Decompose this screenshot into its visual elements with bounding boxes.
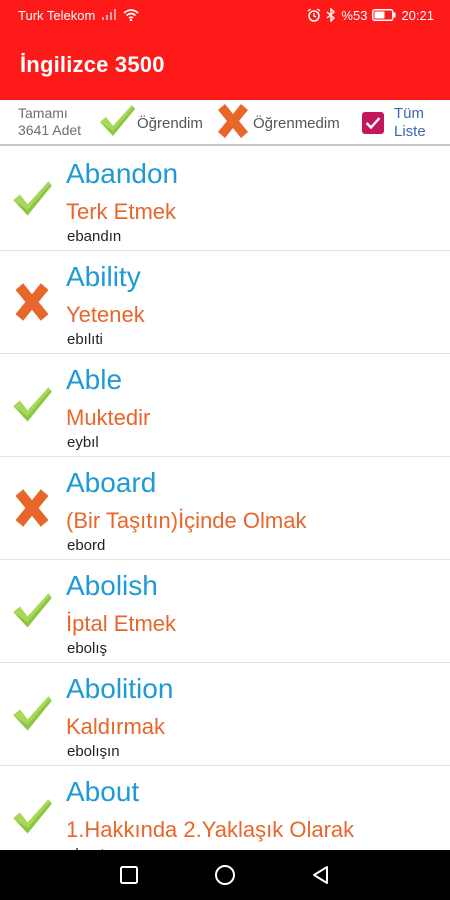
- total-value: 3641 Adet: [18, 122, 82, 138]
- turkish-meaning: (Bir Taşıtın)İçinde Olmak: [66, 508, 307, 533]
- status-bar: Turk Telekom %53 20:21: [0, 0, 450, 30]
- turkish-meaning: Muktedir: [66, 405, 151, 430]
- english-word: Aboard: [66, 467, 157, 498]
- check-icon: [97, 102, 137, 144]
- english-word: Ability: [66, 261, 141, 292]
- battery-icon: [372, 9, 396, 21]
- word-row[interactable]: Abandon Terk Etmek ebandın: [0, 148, 450, 251]
- filter-bar: Tamamı 3641 Adet Öğrendim Öğrenmedim Tüm…: [0, 100, 450, 146]
- app-bar: İngilizce 3500: [0, 30, 450, 100]
- word-row[interactable]: Able Muktedir eybıl: [0, 354, 450, 457]
- signal-icon: [101, 9, 117, 21]
- pronunciation: ebılıti: [67, 331, 103, 348]
- pronunciation: eybıl: [67, 434, 99, 451]
- turkish-meaning: İptal Etmek: [66, 611, 177, 636]
- word-row[interactable]: Abolition Kaldırmak ebolışın: [0, 663, 450, 766]
- cross-icon[interactable]: [10, 281, 54, 325]
- total-label: Tamamı: [18, 105, 68, 121]
- filter-learned-button[interactable]: Öğrendim: [97, 102, 203, 144]
- alarm-icon: [307, 8, 321, 22]
- pronunciation: ebandın: [67, 228, 122, 245]
- pronunciation: ebolış: [67, 640, 108, 657]
- check-icon[interactable]: [10, 693, 54, 737]
- all-list-checkbox[interactable]: [362, 112, 384, 134]
- filter-not-learned-label: Öğrenmedim: [253, 114, 340, 132]
- english-word: Abandon: [66, 158, 179, 189]
- clock: 20:21: [401, 7, 434, 23]
- check-icon[interactable]: [10, 384, 54, 428]
- app-screen: Turk Telekom %53 20:21 İngilizce 3500 Ta…: [0, 0, 450, 900]
- cross-icon: [213, 102, 253, 144]
- turkish-meaning: 1.Hakkında 2.Yaklaşık Olarak: [66, 817, 355, 842]
- check-icon[interactable]: [10, 178, 54, 222]
- wifi-icon: [123, 9, 139, 21]
- turkish-meaning: Terk Etmek: [66, 199, 177, 224]
- word-row[interactable]: Abolish İptal Etmek ebolış: [0, 560, 450, 663]
- word-list[interactable]: Abandon Terk Etmek ebandın Ability Yeten…: [0, 148, 450, 850]
- word-row[interactable]: Aboard (Bir Taşıtın)İçinde Olmak ebord: [0, 457, 450, 560]
- english-word: Abolition: [66, 673, 174, 704]
- turkish-meaning: Yetenek: [66, 302, 145, 327]
- english-word: Abolish: [66, 570, 158, 601]
- cross-icon[interactable]: [10, 487, 54, 531]
- english-word: Able: [66, 364, 123, 395]
- pronunciation: ebolışın: [67, 743, 120, 760]
- pronunciation: ebord: [67, 537, 106, 554]
- word-row[interactable]: Ability Yetenek ebılıti: [0, 251, 450, 354]
- word-row[interactable]: About 1.Hakkında 2.Yaklaşık Olarak ebaut: [0, 766, 450, 850]
- filter-all-list[interactable]: Tüm Liste: [362, 102, 426, 144]
- english-word: About: [66, 776, 140, 807]
- all-list-label: Tüm Liste: [394, 105, 426, 141]
- bluetooth-icon: [326, 8, 336, 22]
- back-icon[interactable]: [306, 860, 336, 890]
- all-list-line1: Tüm: [394, 105, 424, 122]
- navigation-bar: [0, 850, 450, 900]
- check-icon[interactable]: [10, 796, 54, 840]
- check-icon[interactable]: [10, 590, 54, 634]
- battery-percent: %53: [341, 7, 368, 23]
- turkish-meaning: Kaldırmak: [66, 714, 166, 739]
- carrier-name: Turk Telekom: [18, 7, 96, 23]
- all-list-line2: Liste: [394, 123, 426, 140]
- filter-learned-label: Öğrendim: [137, 114, 203, 132]
- page-title: İngilizce 3500: [20, 52, 165, 77]
- home-icon[interactable]: [210, 860, 240, 890]
- filter-not-learned-button[interactable]: Öğrenmedim: [213, 102, 340, 144]
- recents-icon[interactable]: [114, 860, 144, 890]
- total-count: Tamamı 3641 Adet: [18, 105, 81, 139]
